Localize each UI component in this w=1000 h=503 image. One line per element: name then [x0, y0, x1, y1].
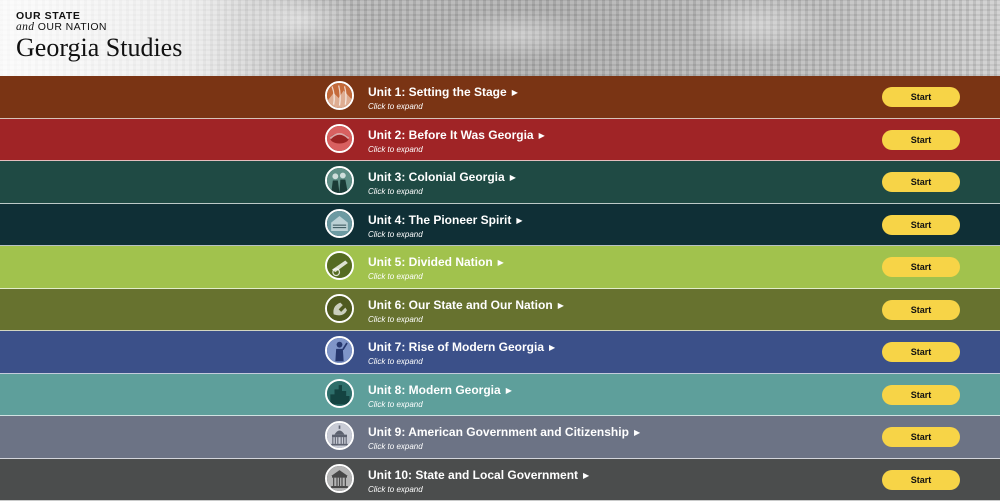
start-button-unit-2[interactable]: Start	[882, 129, 960, 150]
expand-arrow-icon: ▶	[557, 300, 564, 310]
unit-row-6[interactable]: Unit 6: Our State and Our Nation ▶ Click …	[0, 288, 1000, 331]
unit-row-3[interactable]: Unit 3: Colonial Georgia ▶ Click to expan…	[0, 161, 1000, 204]
start-button-unit-8[interactable]: Start	[882, 384, 960, 405]
unit-subtitle: Click to expand	[368, 399, 423, 409]
unit-list: Unit 1: Setting the Stage ▶ Click to expa…	[0, 76, 1000, 501]
unit-title[interactable]: Unit 4: The Pioneer Spirit ▶	[368, 213, 523, 227]
expand-arrow-icon: ▶	[549, 343, 556, 352]
unit-subtitle: Click to expand	[368, 484, 423, 494]
unit-subtitle: Click to expand	[368, 314, 423, 324]
start-button-unit-9[interactable]: Start	[882, 427, 960, 447]
artifact-icon	[325, 123, 354, 153]
unit-title[interactable]: Unit 5: Divided Nation ▶	[368, 255, 504, 269]
expand-arrow-icon: ▶	[505, 385, 512, 395]
start-button-unit-5[interactable]: Start	[882, 257, 960, 277]
start-button-unit-4[interactable]: Start	[882, 214, 960, 235]
brand-title: Georgia Studies	[16, 33, 183, 62]
expand-arrow-icon: ▶	[497, 258, 504, 267]
expand-arrow-icon: ▶	[633, 428, 641, 437]
unit-title[interactable]: Unit 1: Setting the Stage ▶	[368, 85, 518, 99]
unit-subtitle: Click to expand	[368, 229, 423, 239]
start-button-unit-6[interactable]: Start	[882, 299, 960, 320]
unit-row-8[interactable]: Unit 8: Modern Georgia ▶ Click to expand …	[0, 373, 1000, 416]
unit-title[interactable]: Unit 3: Colonial Georgia ▶	[368, 170, 516, 184]
statue-icon	[325, 336, 354, 365]
brand-line-2: and OUR NATION	[16, 21, 182, 33]
unit-subtitle: Click to expand	[368, 187, 423, 196]
telephone-icon	[325, 293, 354, 323]
unit-title[interactable]: Unit 10: State and Local Government ▶	[368, 468, 589, 482]
unit-row-1[interactable]: Unit 1: Setting the Stage ▶ Click to expa…	[0, 76, 1000, 119]
unit-row-4[interactable]: Unit 4: The Pioneer Spirit ▶ Click to exp…	[0, 203, 1000, 246]
landscape-icon	[325, 81, 354, 110]
skyline-icon	[325, 378, 354, 408]
unit-subtitle: Click to expand	[368, 442, 423, 451]
colonists-icon	[325, 166, 354, 195]
unit-row-7[interactable]: Unit 7: Rise of Modern Georgia ▶ Click to…	[0, 331, 1000, 374]
unit-title[interactable]: Unit 8: Modern Georgia ▶	[368, 383, 512, 397]
expand-arrow-icon: ▶	[511, 88, 518, 97]
expand-arrow-icon: ▶	[538, 130, 545, 140]
cannon-icon	[325, 251, 354, 280]
unit-title[interactable]: Unit 2: Before It Was Georgia ▶	[368, 128, 545, 142]
start-button-unit-1[interactable]: Start	[882, 87, 960, 107]
brand-line-2-prefix: and	[16, 21, 35, 33]
unit-row-9[interactable]: Unit 9: American Government and Citizens…	[0, 416, 1000, 459]
start-button-unit-3[interactable]: Start	[882, 172, 960, 192]
expand-arrow-icon: ▶	[509, 173, 516, 182]
cabin-icon	[325, 208, 354, 238]
unit-title[interactable]: Unit 9: American Government and Citizens…	[368, 425, 640, 439]
brand-line-2-suffix: OUR NATION	[34, 21, 107, 33]
unit-subtitle: Click to expand	[368, 272, 423, 281]
expand-arrow-icon: ▶	[516, 215, 523, 225]
unit-subtitle: Click to expand	[368, 144, 423, 154]
courthouse-icon	[325, 463, 354, 493]
unit-title[interactable]: Unit 6: Our State and Our Nation ▶	[368, 298, 564, 312]
start-button-unit-7[interactable]: Start	[882, 342, 960, 362]
capitol-icon	[325, 421, 354, 450]
unit-row-10[interactable]: Unit 10: State and Local Government ▶ Cli…	[0, 458, 1000, 501]
unit-row-2[interactable]: Unit 2: Before It Was Georgia ▶ Click to …	[0, 118, 1000, 161]
unit-row-5[interactable]: Unit 5: Divided Nation ▶ Click to expand …	[0, 246, 1000, 289]
expand-arrow-icon: ▶	[583, 470, 590, 480]
unit-title[interactable]: Unit 7: Rise of Modern Georgia ▶	[368, 340, 555, 354]
brand-logo[interactable]: OUR STATE and OUR NATION Georgia Studies	[16, 11, 182, 62]
start-button-unit-10[interactable]: Start	[882, 469, 960, 490]
page-header: OUR STATE and OUR NATION Georgia Studies	[0, 0, 1000, 76]
unit-subtitle: Click to expand	[368, 102, 423, 111]
unit-subtitle: Click to expand	[368, 357, 423, 366]
